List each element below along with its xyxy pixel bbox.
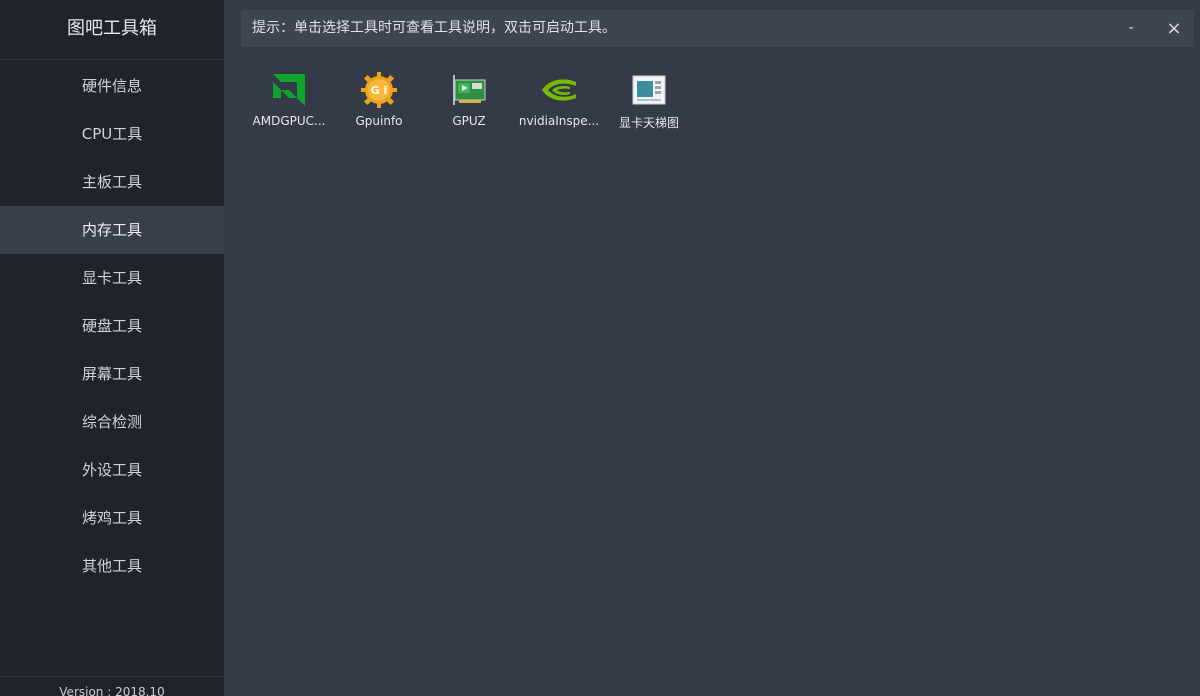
main-panel: 提示：单击选择工具时可查看工具说明，双击可启动工具。 - × AMDGPUC..… bbox=[224, 0, 1200, 696]
sidebar-item-disk-tools[interactable]: 硬盘工具 bbox=[0, 302, 224, 350]
sidebar-nav: 硬件信息 CPU工具 主板工具 内存工具 显卡工具 硬盘工具 屏幕工具 综合检测… bbox=[0, 62, 224, 590]
sidebar-item-peripheral-tools[interactable]: 外设工具 bbox=[0, 446, 224, 494]
svg-text:G i: G i bbox=[371, 84, 388, 97]
tool-label: Gpuinfo bbox=[355, 114, 403, 128]
app-title: 图吧工具箱 bbox=[0, 0, 224, 60]
close-button[interactable]: × bbox=[1159, 10, 1189, 47]
tool-gpuz[interactable]: GPUZ bbox=[424, 70, 514, 140]
version-label: Version : 2018.10 bbox=[0, 676, 224, 696]
sidebar-item-hardware-info[interactable]: 硬件信息 bbox=[0, 62, 224, 110]
sidebar-item-stress-tools[interactable]: 烤鸡工具 bbox=[0, 494, 224, 542]
sidebar-item-other-tools[interactable]: 其他工具 bbox=[0, 542, 224, 590]
tool-label: 显卡天梯图 bbox=[618, 116, 679, 130]
tool-amdgpuclock[interactable]: AMDGPUC... bbox=[244, 70, 334, 140]
minimize-button[interactable]: - bbox=[1116, 10, 1146, 47]
sidebar: 图吧工具箱 硬件信息 CPU工具 主板工具 内存工具 显卡工具 硬盘工具 屏幕工… bbox=[0, 0, 224, 696]
app-window: 图吧工具箱 硬件信息 CPU工具 主板工具 内存工具 显卡工具 硬盘工具 屏幕工… bbox=[0, 0, 1200, 696]
sidebar-item-general-tests[interactable]: 综合检测 bbox=[0, 398, 224, 446]
gpuinfo-icon: G i bbox=[359, 70, 399, 110]
tool-list: AMDGPUC... G i Gpuinfo GPUZ nvidiaInspe.… bbox=[244, 70, 694, 140]
tool-nvidia-inspector[interactable]: nvidiaInspe... bbox=[514, 70, 604, 140]
tool-label: GPUZ bbox=[452, 114, 486, 128]
sidebar-item-memory-tools[interactable]: 内存工具 bbox=[0, 206, 224, 254]
tool-gpu-ladder-chart[interactable]: 显卡天梯图 bbox=[604, 70, 694, 140]
sidebar-item-cpu-tools[interactable]: CPU工具 bbox=[0, 110, 224, 158]
gpuz-icon bbox=[449, 70, 489, 110]
amd-icon bbox=[269, 70, 309, 110]
hint-bar: 提示：单击选择工具时可查看工具说明，双击可启动工具。 - × bbox=[241, 10, 1194, 47]
sidebar-item-motherboard-tools[interactable]: 主板工具 bbox=[0, 158, 224, 206]
image-icon bbox=[629, 70, 669, 110]
tool-label: AMDGPUC... bbox=[252, 114, 326, 128]
sidebar-item-screen-tools[interactable]: 屏幕工具 bbox=[0, 350, 224, 398]
hint-text: 提示：单击选择工具时可查看工具说明，双击可启动工具。 bbox=[252, 20, 616, 36]
tool-gpuinfo[interactable]: G i Gpuinfo bbox=[334, 70, 424, 140]
nvidia-icon bbox=[539, 70, 579, 110]
sidebar-item-gpu-tools[interactable]: 显卡工具 bbox=[0, 254, 224, 302]
tool-label: nvidiaInspe... bbox=[518, 114, 600, 128]
